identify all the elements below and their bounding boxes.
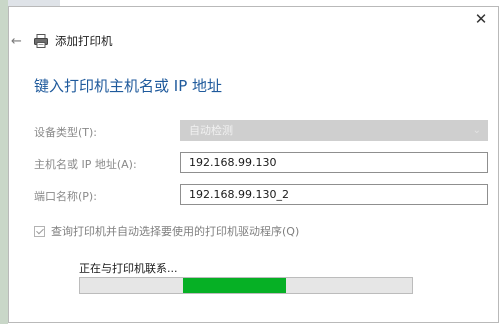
dialog-title-row: 添加打印机 <box>33 33 113 49</box>
back-arrow-icon: ← <box>11 34 22 49</box>
progress-bar <box>79 277 413 294</box>
port-name-label: 端口名称(P): <box>34 190 97 203</box>
printer-icon <box>34 34 48 48</box>
page-heading: 键入打印机主机名或 IP 地址 <box>34 77 223 95</box>
device-type-select[interactable]: 自动检测 ⌄ <box>180 120 488 141</box>
back-button[interactable]: ← <box>11 34 27 50</box>
auto-driver-checkbox-label: 查询打印机并自动选择要使用的打印机驱动程序(Q) <box>51 225 300 238</box>
auto-driver-option[interactable]: 查询打印机并自动选择要使用的打印机驱动程序(Q) <box>34 223 299 239</box>
chevron-down-icon: ⌄ <box>472 125 481 136</box>
device-type-label: 设备类型(T): <box>34 126 98 139</box>
hostname-label: 主机名或 IP 地址(A): <box>34 158 137 171</box>
add-printer-dialog: ✕ ← 添加打印机 键入打印机主机名或 IP 地址 设备类型(T): 自动检测 … <box>8 6 499 323</box>
status-text: 正在与打印机联系... <box>79 262 178 275</box>
close-button[interactable]: ✕ <box>470 9 492 29</box>
auto-driver-checkbox[interactable] <box>34 225 45 237</box>
background-desktop-edge <box>0 0 8 324</box>
progress-indicator <box>182 278 286 293</box>
close-icon: ✕ <box>474 10 488 28</box>
dialog-title: 添加打印机 <box>55 34 113 48</box>
device-type-value: 自动检测 <box>189 124 233 137</box>
hostname-input[interactable]: 192.168.99.130 <box>180 152 488 173</box>
port-name-input[interactable]: 192.168.99.130_2 <box>180 184 488 205</box>
